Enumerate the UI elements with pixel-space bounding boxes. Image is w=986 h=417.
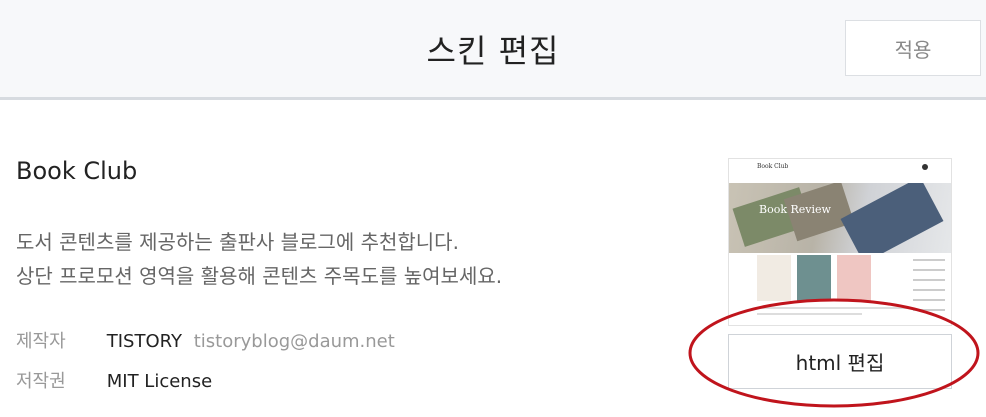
- license-value: MIT License: [106, 371, 213, 392]
- preview-nav: [757, 175, 829, 190]
- maker-row: 제작자 TISTORY tistoryblog@daum.net: [16, 327, 395, 353]
- preview-banner: Book Review: [729, 183, 951, 253]
- preview-text-lines: [757, 307, 907, 319]
- skin-preview-thumbnail: Book Club Book Review: [728, 158, 952, 326]
- skin-description: 도서 콘텐츠를 제공하는 출판사 블로그에 추천합니다. 상단 프로모션 영역을…: [16, 225, 502, 293]
- maker-email: tistoryblog@daum.net: [193, 331, 395, 352]
- preview-sidebar: [913, 259, 945, 319]
- maker-name: TISTORY: [106, 331, 182, 352]
- page-title: 스킨 편집: [426, 32, 560, 70]
- preview-card: [797, 255, 831, 301]
- apply-button[interactable]: 적용: [845, 20, 981, 76]
- preview-banner-text: Book Review: [759, 203, 831, 216]
- preview-card: [837, 255, 871, 301]
- skin-description-line1: 도서 콘텐츠를 제공하는 출판사 블로그에 추천합니다.: [16, 230, 459, 254]
- preview-card: [757, 255, 791, 301]
- skin-name: Book Club: [16, 157, 138, 185]
- preview-site-title: Book Club: [757, 163, 789, 170]
- license-row: 저작권 MIT License: [16, 367, 212, 393]
- html-edit-button[interactable]: html 편집: [728, 334, 952, 389]
- page-header: 스킨 편집 적용: [0, 0, 986, 100]
- skin-description-line2: 상단 프로모션 영역을 활용해 콘텐츠 주목도를 높여보세요.: [16, 264, 503, 288]
- license-label: 저작권: [16, 371, 66, 392]
- preview-profile-icon: [922, 164, 928, 170]
- maker-label: 제작자: [16, 331, 66, 352]
